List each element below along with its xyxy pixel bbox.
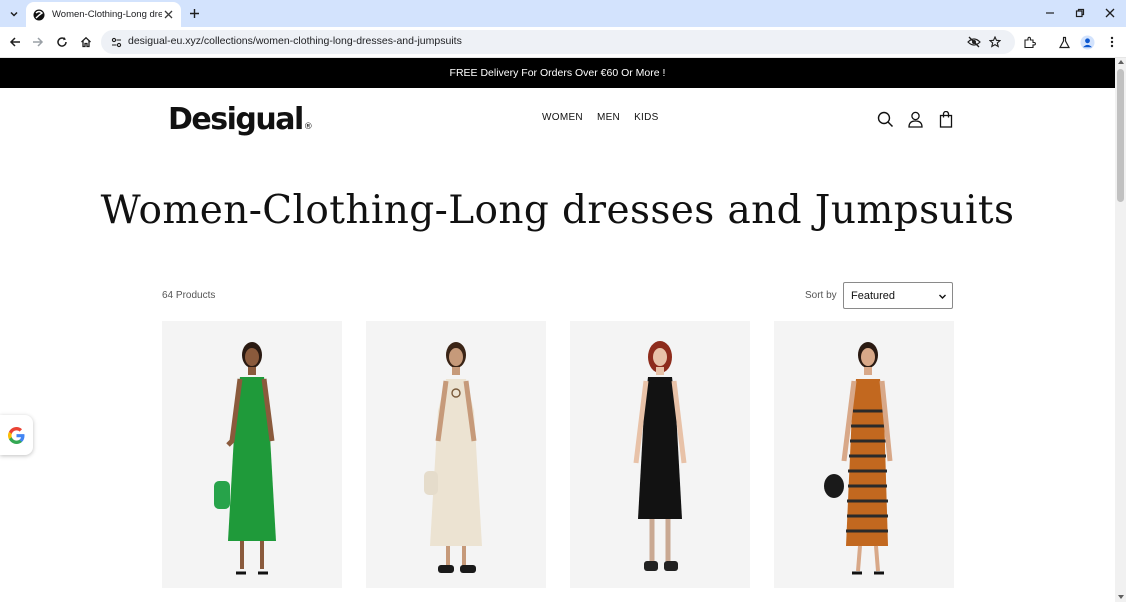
product-image — [424, 342, 482, 573]
reload-icon — [57, 37, 67, 47]
scroll-thumb[interactable] — [1117, 69, 1124, 202]
main-navigation: WOMEN MEN KIDS — [542, 112, 659, 123]
product-image — [633, 341, 687, 571]
page-scrollbar[interactable] — [1115, 58, 1126, 602]
nav-link-men[interactable]: MEN — [597, 112, 620, 123]
back-button[interactable] — [6, 33, 24, 51]
product-image — [214, 342, 276, 575]
address-bar[interactable]: desigual-eu.xyz/collections/women-clothi… — [101, 30, 1015, 54]
browser-menu-button[interactable] — [1103, 33, 1121, 51]
user-icon — [907, 111, 923, 128]
product-count: 64 Products — [162, 290, 216, 301]
account-button[interactable] — [905, 109, 925, 129]
shopping-bag-icon — [939, 110, 953, 128]
flask-icon — [1058, 36, 1070, 48]
chevron-down-icon — [937, 291, 947, 301]
puzzle-piece-icon — [1023, 36, 1036, 48]
restore-button[interactable] — [1072, 5, 1088, 21]
logo-text: Desigual — [168, 102, 304, 137]
product-card[interactable] — [162, 321, 342, 588]
arrow-left-icon — [9, 37, 20, 47]
product-image — [824, 342, 893, 575]
site-info-icon[interactable] — [109, 35, 123, 49]
reload-button[interactable] — [53, 33, 71, 51]
logo-registered-mark: ® — [303, 122, 313, 132]
profile-avatar-icon — [1080, 35, 1094, 49]
home-icon — [81, 36, 91, 48]
google-g-icon — [8, 426, 25, 444]
collection-title: Women-Clothing-Long dresses and Jumpsuit… — [100, 188, 1015, 233]
cart-button[interactable] — [936, 109, 956, 129]
sort-selected-value: Featured — [851, 289, 896, 302]
close-icon — [1105, 8, 1115, 18]
browser-tab-active[interactable]: Women-Clothing-Long dresses and Jumpsuit… — [26, 2, 181, 27]
scroll-up-arrow-icon[interactable] — [1118, 60, 1124, 64]
google-badge[interactable] — [0, 415, 33, 455]
search-icon — [877, 111, 893, 127]
arrow-right-icon — [33, 37, 44, 47]
new-tab-button[interactable] — [186, 5, 202, 21]
desigual-favicon-icon — [32, 8, 46, 22]
nav-link-women[interactable]: WOMEN — [542, 112, 583, 123]
tab-title: Women-Clothing-Long dresses and Jumpsuit… — [52, 9, 162, 20]
nav-link-kids[interactable]: KIDS — [634, 112, 659, 123]
browser-toolbar: desigual-eu.xyz/collections/women-clothi… — [0, 27, 1126, 58]
announcement-bar: FREE Delivery For Orders Over €60 Or Mor… — [0, 58, 1115, 88]
url-text[interactable]: desigual-eu.xyz/collections/women-clothi… — [128, 35, 462, 47]
plus-icon — [189, 8, 199, 18]
scroll-down-arrow-icon[interactable] — [1118, 595, 1124, 599]
product-card[interactable] — [774, 321, 954, 588]
profile-button[interactable] — [1078, 33, 1096, 51]
home-button[interactable] — [77, 33, 95, 51]
desigual-logo[interactable]: Desigual® — [168, 102, 313, 138]
extensions-button[interactable] — [1020, 33, 1038, 51]
browser-tabstrip: Women-Clothing-Long dresses and Jumpsuit… — [0, 0, 1126, 27]
forward-button[interactable] — [29, 33, 47, 51]
announcement-text: FREE Delivery For Orders Over €60 Or Mor… — [449, 67, 666, 79]
tracking-protection-eye-slash-icon[interactable] — [966, 34, 982, 50]
product-card[interactable] — [570, 321, 750, 588]
minimize-icon — [1046, 12, 1054, 14]
sort-label: Sort by — [805, 290, 837, 301]
chevron-down-icon — [10, 11, 18, 17]
minimize-button[interactable] — [1042, 5, 1058, 21]
close-window-button[interactable] — [1102, 5, 1118, 21]
bookmark-star-icon[interactable] — [987, 34, 1003, 50]
tab-search-menu-button[interactable] — [5, 5, 23, 23]
kebab-menu-icon — [1110, 36, 1114, 48]
search-button[interactable] — [875, 109, 895, 129]
sort-select[interactable]: Featured — [843, 282, 953, 309]
page-viewport: FREE Delivery For Orders Over €60 Or Mor… — [0, 58, 1115, 602]
labs-button[interactable] — [1055, 33, 1073, 51]
tab-close-icon[interactable] — [162, 8, 175, 21]
product-card[interactable] — [366, 321, 546, 588]
restore-icon — [1075, 8, 1085, 18]
